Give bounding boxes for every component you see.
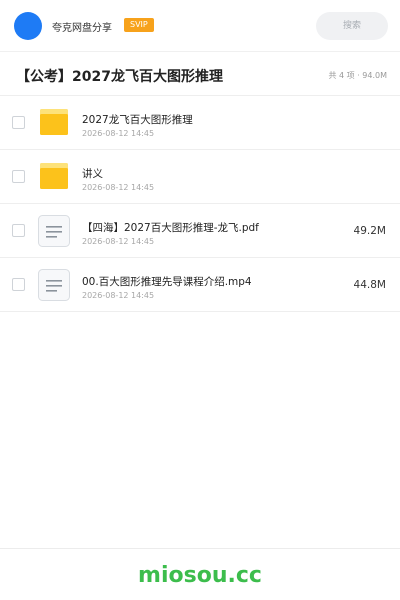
file-time: 2026-08-12 14:45: [82, 183, 155, 192]
avatar[interactable]: [14, 12, 42, 40]
share-page: 夸克网盘分享 SVIP 【公考】2027龙飞百大图形推理 共 4 项 · 94.…: [0, 0, 400, 600]
top-header: 夸克网盘分享 SVIP: [0, 0, 400, 52]
select-checkbox[interactable]: [12, 116, 25, 129]
file-time: 2026-08-12 14:45: [82, 237, 155, 246]
file-time: 2026-08-12 14:45: [82, 129, 155, 138]
file-name: 2027龙飞百大图形推理: [82, 114, 193, 126]
file-list: 2027龙飞百大图形推理 2026-08-12 14:45 讲义 2026-08…: [0, 96, 400, 312]
select-checkbox[interactable]: [12, 170, 25, 183]
document-icon: [38, 269, 70, 301]
search-input[interactable]: [316, 12, 388, 40]
folder-icon: [40, 109, 68, 135]
list-item[interactable]: 讲义 2026-08-12 14:45: [0, 150, 400, 204]
select-checkbox[interactable]: [12, 278, 25, 291]
list-item[interactable]: 00.百大图形推理先导课程介绍.mp4 2026-08-12 14:45 44.…: [0, 258, 400, 312]
watermark: miosou.cc: [138, 563, 262, 588]
file-size: 44.8M: [353, 279, 386, 291]
select-checkbox[interactable]: [12, 224, 25, 237]
file-name: 00.百大图形推理先导课程介绍.mp4: [82, 276, 252, 288]
file-time: 2026-08-12 14:45: [82, 291, 155, 300]
file-name: 讲义: [82, 168, 103, 180]
footer: miosou.cc: [0, 548, 400, 600]
file-name: 【四海】2027百大图形推理-龙飞.pdf: [82, 222, 259, 234]
share-summary: 共 4 项 · 94.0M: [328, 71, 387, 80]
list-item[interactable]: 2027龙飞百大图形推理 2026-08-12 14:45: [0, 96, 400, 150]
svip-badge: SVIP: [124, 18, 154, 32]
page-title: 【公考】2027龙飞百大图形推理: [16, 69, 223, 85]
app-name: 夸克网盘分享: [52, 23, 112, 34]
file-size: 49.2M: [353, 225, 386, 237]
share-title-bar: 【公考】2027龙飞百大图形推理 共 4 项 · 94.0M: [0, 52, 400, 96]
list-item[interactable]: 【四海】2027百大图形推理-龙飞.pdf 2026-08-12 14:45 4…: [0, 204, 400, 258]
document-icon: [38, 215, 70, 247]
folder-icon: [40, 163, 68, 189]
